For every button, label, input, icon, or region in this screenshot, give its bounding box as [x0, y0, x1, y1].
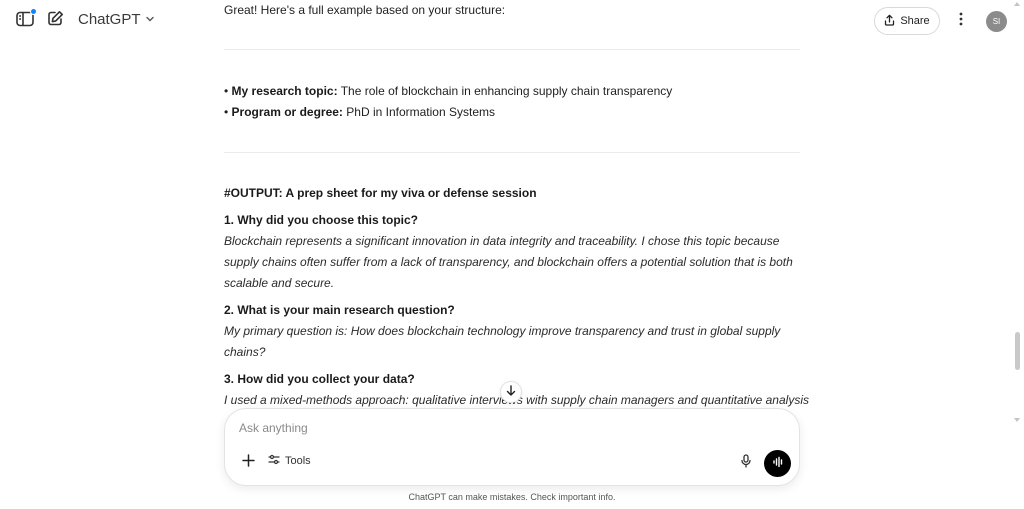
detail-label: My research topic:	[231, 84, 338, 98]
output-heading-text: #OUTPUT: A prep sheet for my viva or def…	[224, 186, 537, 200]
share-label: Share	[900, 15, 930, 27]
tools-label: Tools	[285, 455, 311, 467]
add-attachment-button[interactable]	[238, 453, 258, 473]
scrollbar-thumb[interactable]	[1015, 332, 1020, 370]
answer-line: supply chains often suffer from a lack o…	[224, 255, 793, 269]
output-heading: #OUTPUT: A prep sheet for my viva or def…	[224, 183, 537, 204]
share-button[interactable]: Share	[874, 7, 940, 35]
sidebar-toggle-icon	[16, 7, 37, 32]
share-upload-icon	[884, 14, 895, 29]
model-selector[interactable]: ChatGPT	[78, 11, 155, 28]
chevron-down-icon	[145, 11, 155, 28]
detail-label: Program or degree:	[231, 105, 343, 119]
edit-pencil-icon	[47, 10, 64, 32]
voice-waveform-icon	[772, 455, 784, 473]
detail-value: The role of blockchain in enhancing supp…	[340, 84, 673, 98]
answer-line: chains?	[224, 345, 266, 359]
answer-line: scalable and secure.	[224, 276, 335, 290]
question-text: 1. Why did you choose this topic?	[224, 213, 419, 227]
voice-mode-button[interactable]	[764, 450, 791, 477]
question-heading: 3. How did you collect your data?	[224, 369, 415, 390]
question-text: 3. How did you collect your data?	[224, 372, 415, 386]
detail-value: PhD in Information Systems	[346, 105, 495, 119]
microphone-icon	[741, 453, 751, 473]
top-bar: ChatGPT Share SI	[0, 0, 1024, 42]
page-scrollbar[interactable]	[1012, 0, 1024, 509]
divider	[224, 152, 800, 153]
scrollbar-up-arrow-icon[interactable]	[1014, 2, 1020, 6]
vertical-dots-icon	[959, 12, 963, 31]
sidebar-toggle-button[interactable]	[12, 7, 38, 33]
disclaimer-note: ChatGPT can make mistakes. Check importa…	[408, 492, 616, 502]
notification-dot	[30, 7, 37, 15]
answer-line: Blockchain represents a significant inno…	[224, 234, 780, 248]
more-options-button[interactable]	[952, 11, 970, 31]
user-avatar[interactable]: SI	[986, 11, 1007, 32]
scrollbar-down-arrow-icon[interactable]	[1014, 418, 1020, 422]
message-composer: Tools	[224, 408, 800, 486]
divider	[224, 49, 800, 50]
answer-line: My primary question is: How does blockch…	[224, 324, 781, 338]
prompt-input[interactable]	[239, 421, 759, 435]
detail-item: • Program or degree: PhD in Information …	[224, 105, 495, 119]
question-heading: 2. What is your main research question?	[224, 300, 455, 321]
question-text: 2. What is your main research question?	[224, 303, 455, 317]
question-heading: 1. Why did you choose this topic?	[224, 210, 418, 231]
plus-icon	[241, 454, 255, 472]
tools-button[interactable]: Tools	[268, 454, 311, 468]
dictate-button[interactable]	[737, 453, 755, 473]
new-chat-button[interactable]	[42, 9, 68, 33]
detail-item: • My research topic: The role of blockch…	[224, 84, 673, 98]
sliders-icon	[268, 454, 280, 468]
scroll-to-bottom-button[interactable]	[500, 381, 522, 403]
assistant-intro: Great! Here's a full example based on yo…	[224, 3, 506, 17]
arrow-down-icon	[506, 383, 516, 401]
model-name: ChatGPT	[78, 11, 141, 28]
